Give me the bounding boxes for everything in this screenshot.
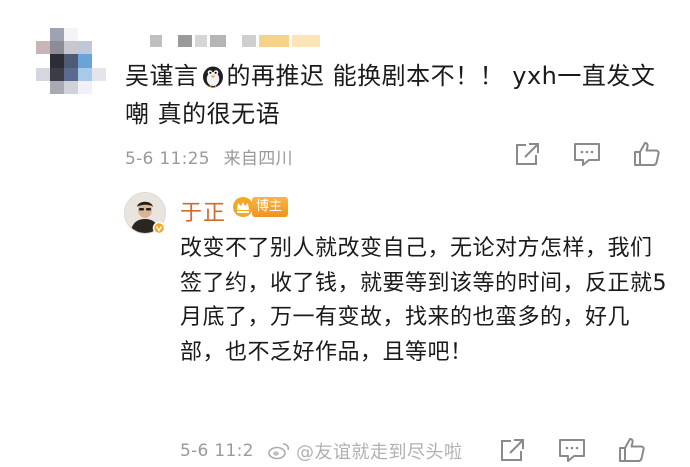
reply-actions xyxy=(497,436,647,464)
comment-icon[interactable] xyxy=(572,140,602,168)
comment-text: 吴谨言 的再推迟 能换剧本不！！ yxh一直发文嘲 真的很无语 xyxy=(125,57,665,133)
weibo-watermark: @友谊就走到尽头啦 xyxy=(268,438,463,464)
commenter-name-redacted[interactable] xyxy=(150,32,320,50)
commenter-avatar[interactable] xyxy=(36,28,106,94)
comment-meta: 5-6 11:25 来自四川 xyxy=(125,144,293,169)
blogger-badge[interactable]: 博主 xyxy=(232,196,289,218)
reply-author-name[interactable]: 于正 xyxy=(180,195,226,227)
comment-icon[interactable] xyxy=(557,436,587,464)
comment-timestamp: 5-6 11:25 xyxy=(125,149,210,169)
share-icon[interactable] xyxy=(512,140,542,168)
share-icon[interactable] xyxy=(497,436,527,464)
comment-location: 来自四川 xyxy=(223,149,293,169)
weibo-logo-icon xyxy=(268,443,290,460)
crown-icon xyxy=(233,197,253,217)
like-icon[interactable] xyxy=(632,140,662,168)
reply-text: 改变不了别人就改变自己，无论对方怎样，我们签了约，收了钱，就要等到该等的时间，反… xyxy=(180,236,667,365)
comment-actions xyxy=(512,140,662,168)
comment-thread: 吴谨言 的再推迟 能换剧本不！！ yxh一直发文嘲 真的很无语 5-6 11:2… xyxy=(0,0,690,467)
comment-text-before: 吴谨言 xyxy=(125,62,199,90)
watermark-text: @友谊就走到尽头啦 xyxy=(296,442,463,463)
penguin-icon xyxy=(202,66,223,88)
reply-author-avatar[interactable] xyxy=(124,192,166,234)
reply-timestamp: 5-6 11:2 xyxy=(180,441,254,461)
reply-meta: 5-6 11:2 xyxy=(180,441,254,461)
blogger-badge-label: 博主 xyxy=(252,197,289,217)
like-icon[interactable] xyxy=(617,436,647,464)
